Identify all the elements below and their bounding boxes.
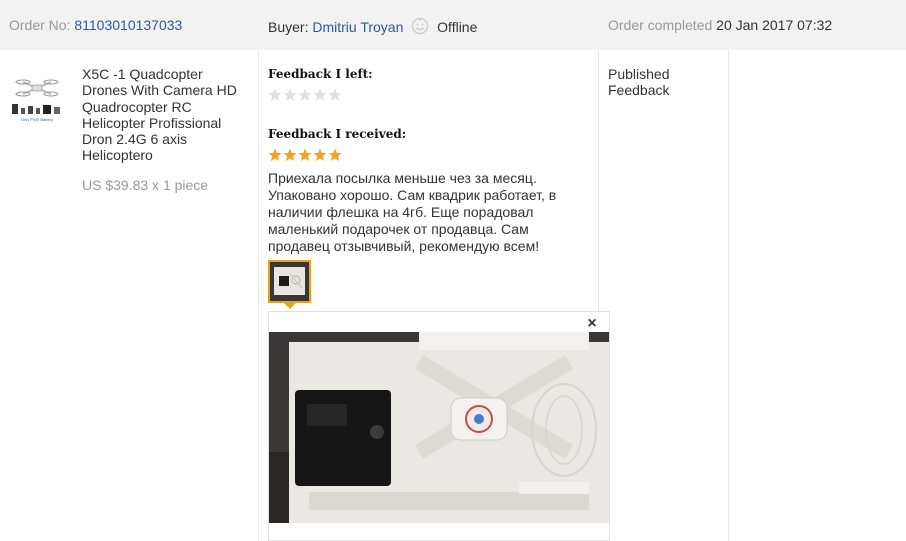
feedback-received-label: Feedback I received:: [268, 127, 407, 141]
completed-label: Order completed: [608, 17, 713, 33]
chat-icon[interactable]: [411, 17, 429, 35]
star-icon: [283, 148, 297, 161]
feedback-received-stars: [268, 148, 342, 162]
buyer-online-status: Offline: [437, 19, 478, 35]
product-thumbnail[interactable]: Only FIVE Battery: [9, 68, 65, 124]
star-icon: [268, 148, 282, 161]
column-divider: [728, 50, 729, 541]
buyer-name-link[interactable]: Dmitriu Troyan: [312, 19, 403, 35]
order-number-row: Order No: 81103010137033: [9, 17, 182, 33]
order-label: Order No:: [9, 17, 71, 33]
star-icon: [328, 88, 342, 101]
product-price: US $39.83 x 1 piece: [82, 177, 209, 193]
product-title[interactable]: X5C -1 Quadcopter Drones With Camera HD …: [82, 66, 250, 164]
product-thumb-caption: Only FIVE Battery: [21, 117, 53, 122]
buyer-row: Buyer: Dmitriu Troyan Offline: [268, 17, 477, 35]
review-photo-preview: [269, 332, 609, 523]
feedback-left-stars: [268, 88, 342, 102]
star-icon: [283, 88, 297, 101]
star-icon: [298, 148, 312, 161]
completed-date: 20 Jan 2017 07:32: [716, 17, 833, 33]
order-completed-row: Order completed 20 Jan 2017 07:32: [608, 17, 832, 33]
review-text: Приехала посылка меньше чез за месяц. Уп…: [268, 170, 557, 254]
star-icon: [328, 148, 342, 161]
star-icon: [313, 148, 327, 161]
star-icon: [268, 88, 282, 101]
close-preview-button[interactable]: ×: [583, 314, 601, 334]
buyer-label: Buyer:: [268, 19, 309, 35]
star-icon: [313, 88, 327, 101]
feedback-status: Published Feedback: [608, 66, 670, 99]
column-divider: [258, 50, 259, 541]
review-photo-thumbnail[interactable]: [268, 260, 311, 303]
review-photo-thumb-image: [270, 262, 309, 301]
thumbnail-selected-caret: [283, 302, 297, 309]
feedback-left-label: Feedback I left:: [268, 67, 373, 81]
order-number-link[interactable]: 81103010137033: [74, 17, 182, 33]
star-icon: [298, 88, 312, 101]
